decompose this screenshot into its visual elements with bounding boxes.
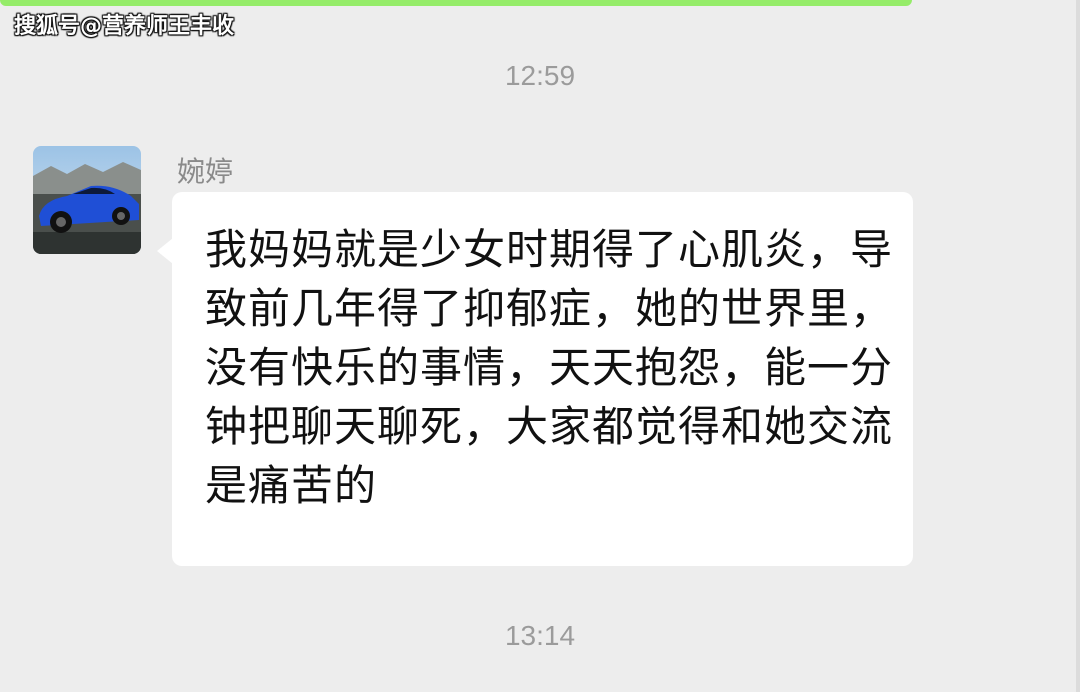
watermark: 搜狐号@营养师王丰收 — [14, 14, 235, 39]
message-text: 我妈妈就是少女时期得了心肌炎，导致前几年得了抑郁症，她的世界里，没有快乐的事情，… — [205, 225, 894, 510]
message-bubble[interactable]: 我妈妈就是少女时期得了心肌炎，导致前几年得了抑郁症，她的世界里，没有快乐的事情，… — [157, 192, 913, 566]
timestamp: 13:14 — [504, 620, 576, 651]
timestamp: 12:59 — [504, 60, 576, 91]
blue-sports-car-icon — [33, 146, 141, 254]
avatar[interactable] — [33, 146, 141, 254]
sender-name: 婉婷 — [177, 155, 234, 188]
previous-outgoing-bubble[interactable] — [0, 0, 912, 6]
scrollbar-track — [1076, 0, 1080, 692]
